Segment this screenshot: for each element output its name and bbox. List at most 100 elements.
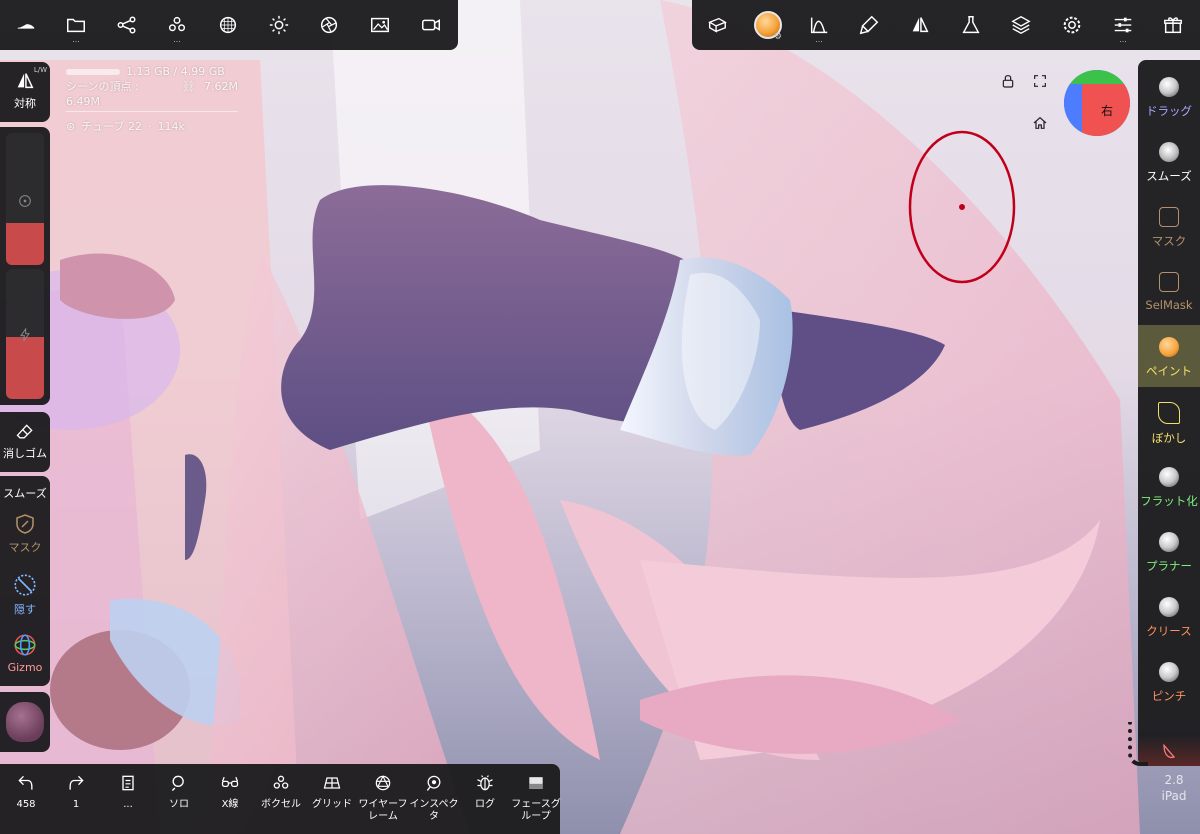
inspector-button[interactable]: インスペクタ — [408, 764, 460, 832]
intensity-slider[interactable] — [6, 269, 44, 399]
bottom-tool-label: ログ — [475, 799, 495, 810]
tool-7[interactable]: プラナー — [1138, 520, 1200, 582]
facegroup-icon — [529, 777, 543, 789]
voxel-button[interactable]: ボクセル — [255, 764, 307, 832]
symmetry-button[interactable]: 対称 — [0, 70, 50, 111]
gear-icon[interactable] — [1052, 5, 1092, 45]
tool-4[interactable]: ペイント — [1138, 325, 1200, 387]
symmetry-icon — [17, 73, 34, 89]
redo-button[interactable]: 1 — [56, 764, 96, 832]
tool-0[interactable]: ドラッグ — [1138, 65, 1200, 127]
pinch-brush-icon — [1159, 662, 1179, 682]
right-tool-panel: ドラッグ スムーズマスク SelMask ペイントぼかしフラット化プラナークリースピン… — [1138, 60, 1200, 766]
scene-vertices: シーンの頂点 : 6.49M — [66, 80, 139, 108]
xray-button[interactable]: X線 — [204, 764, 256, 832]
intensity-slider-fill — [6, 337, 44, 399]
tool-3[interactable]: SelMask — [1138, 260, 1200, 322]
eraser-icon — [16, 424, 33, 439]
flask-icon[interactable] — [951, 5, 991, 45]
gift-icon[interactable] — [1153, 5, 1193, 45]
tool-8[interactable]: クリース — [1138, 585, 1200, 647]
home-icon[interactable] — [1020, 103, 1060, 143]
bottom-tool-label: グリッド — [312, 799, 352, 810]
shoe-icon[interactable] — [6, 5, 46, 45]
facegroup-button[interactable]: フェースグループ — [510, 764, 562, 832]
tool-5[interactable]: ぼかし — [1138, 390, 1200, 452]
curve-icon[interactable]: ... — [799, 5, 839, 45]
tool-label: ペイント — [1146, 364, 1192, 378]
hide-button[interactable]: 隠す — [0, 572, 50, 617]
mask-label: マスク — [8, 541, 42, 554]
grid-icon — [323, 777, 341, 789]
tool-9[interactable]: ピンチ — [1138, 650, 1200, 712]
device-name: iPad — [1161, 789, 1187, 803]
paint-brush-icon — [1159, 337, 1179, 357]
memory-bar — [66, 68, 120, 75]
sphere-grid-icon[interactable] — [208, 5, 248, 45]
material-preview[interactable] — [6, 702, 44, 742]
sliders-icon[interactable]: ... — [1103, 5, 1143, 45]
mask-button[interactable]: マスク — [0, 512, 50, 555]
tool-label: ぼかし — [1151, 431, 1187, 445]
aperture-icon[interactable] — [309, 5, 349, 45]
solo-button[interactable]: ソロ — [153, 764, 205, 832]
knife-icon — [1163, 743, 1176, 759]
eye-icon — [426, 775, 441, 791]
bottom-tool-label: X線 — [221, 799, 239, 810]
smooth-button[interactable]: スムーズ — [0, 482, 50, 501]
scene-links: 7.62M — [204, 80, 238, 93]
tool-label: マスク — [1151, 234, 1187, 248]
radius-intensity-panel — [0, 127, 50, 405]
fullscreen-icon[interactable] — [1020, 61, 1060, 101]
box-tool-icon[interactable] — [697, 5, 737, 45]
undo-icon — [18, 775, 33, 790]
image-icon[interactable] — [360, 5, 400, 45]
tool-label: SelMask — [1145, 298, 1193, 312]
smooth-label: スムーズ — [3, 487, 47, 500]
symmetry-label: 対称 — [14, 97, 36, 110]
grid-button[interactable]: グリッド — [306, 764, 358, 832]
drag-brush-icon — [1159, 77, 1179, 97]
undo-button[interactable]: 458 — [6, 764, 46, 832]
paint-material-icon[interactable]: ⚙ — [748, 5, 788, 45]
tool-1[interactable]: スムーズ — [1138, 130, 1200, 192]
mesh-count: 114k — [157, 120, 185, 133]
bottom-tool-label: フェースグループ — [511, 799, 561, 822]
version-number: 2.8 — [1164, 773, 1184, 787]
tool-6[interactable]: フラット化 — [1138, 455, 1200, 517]
bug-icon — [477, 775, 493, 791]
link-icon: ⛓ — [182, 80, 197, 93]
log-button[interactable]: ログ — [459, 764, 511, 832]
view-cube-label: 右 — [1100, 103, 1113, 118]
view-cube-face-right: 右 — [1082, 84, 1130, 136]
flatten-brush-icon — [1159, 467, 1179, 487]
tool-label: フラット化 — [1140, 494, 1198, 508]
magnifier-icon — [171, 775, 184, 792]
video-icon[interactable] — [411, 5, 451, 45]
wireframe-icon — [375, 775, 391, 791]
scroll-indicator[interactable] — [1128, 722, 1148, 766]
share-nodes-icon[interactable] — [107, 5, 147, 45]
voxel-icon[interactable]: ... — [157, 5, 197, 45]
symmetry-icon[interactable] — [900, 5, 940, 45]
memory-usage: 1.13 GB / 4.99 GB — [126, 65, 225, 78]
symmetry-tag: L/W — [33, 66, 47, 74]
sun-icon[interactable] — [259, 5, 299, 45]
radius-slider[interactable] — [6, 133, 44, 265]
gizmo-button[interactable]: Gizmo — [0, 632, 50, 674]
layers-icon[interactable] — [1001, 5, 1041, 45]
wireframe-button[interactable]: ワイヤーフレーム — [357, 764, 409, 832]
tool-label: ピンチ — [1151, 689, 1187, 703]
hide-icon — [14, 574, 36, 596]
mesh-icon: ⊛ — [66, 120, 76, 133]
tool-2[interactable]: マスク — [1138, 195, 1200, 257]
brush-stamp-icon[interactable] — [849, 5, 889, 45]
document-button[interactable]: ... — [102, 764, 154, 832]
folder-icon[interactable]: ... — [56, 5, 96, 45]
tool-label: クリース — [1146, 624, 1192, 638]
eraser-button[interactable]: 消しゴム — [0, 422, 50, 461]
bottom-tool-label: ボクセル — [261, 799, 301, 810]
eraser-label: 消しゴム — [3, 447, 47, 460]
view-cube[interactable]: 右 — [1064, 70, 1130, 136]
bottom-tool-label: ワイヤーフレーム — [358, 799, 408, 822]
